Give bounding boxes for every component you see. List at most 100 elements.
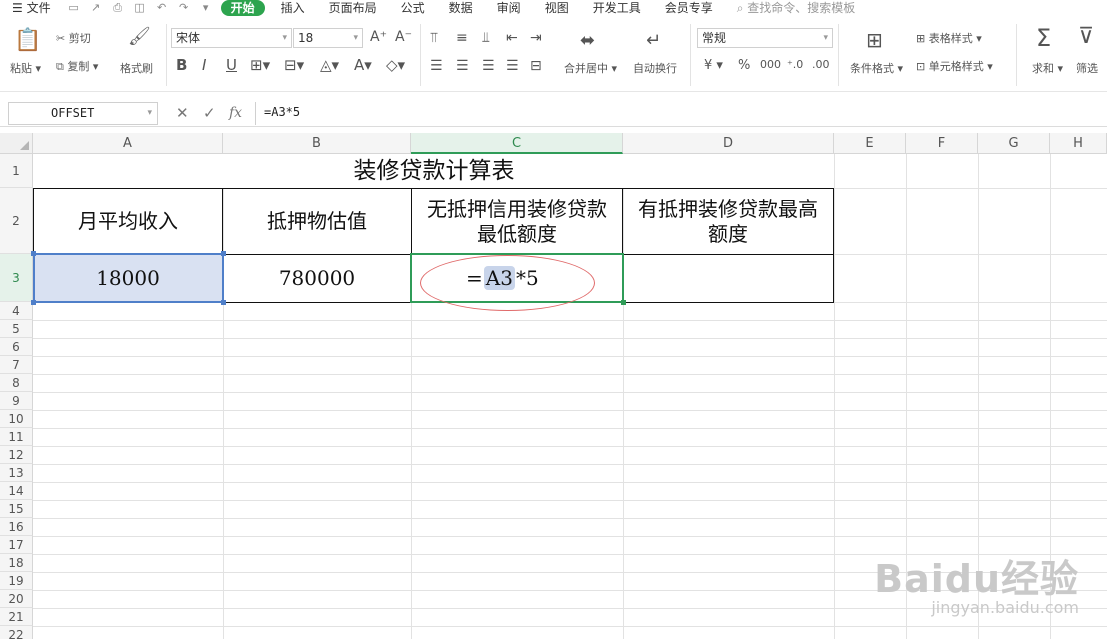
cancel-icon[interactable]: ✕ — [176, 103, 189, 123]
merge-icon[interactable]: ⬌ — [580, 30, 595, 51]
undo-icon[interactable]: ↶ — [155, 2, 169, 14]
copy-button[interactable]: ⧉ 复制 ▾ — [56, 58, 98, 74]
format-painter-button[interactable]: 格式刷 — [120, 60, 153, 76]
save-icon[interactable]: ▭ — [67, 2, 81, 14]
align-center-icon[interactable]: ☰ — [456, 58, 469, 74]
align-top-icon[interactable]: ⫪ — [430, 30, 438, 46]
bold-icon[interactable]: B — [176, 56, 187, 74]
tab-insert[interactable]: 插入 — [269, 0, 317, 16]
tab-view[interactable]: 视图 — [533, 0, 581, 16]
italic-icon[interactable]: I — [202, 56, 206, 74]
brush-icon[interactable]: 🖌 — [128, 26, 151, 47]
column-header-g[interactable]: G — [978, 133, 1050, 154]
row-header-17[interactable]: 17 — [0, 536, 33, 554]
tab-home[interactable]: 开始 — [220, 0, 265, 16]
auto-wrap-button[interactable]: 自动换行 — [633, 60, 677, 76]
tab-review[interactable]: 审阅 — [485, 0, 533, 16]
redo-icon[interactable]: ↷ — [177, 2, 191, 14]
row-header-3[interactable]: 3 — [0, 254, 33, 302]
tab-developer[interactable]: 开发工具 — [581, 0, 653, 16]
tab-page-layout[interactable]: 页面布局 — [317, 0, 389, 16]
name-box[interactable]: OFFSET ▾ — [8, 102, 158, 125]
font-name-select[interactable]: 宋体 ▾ — [171, 28, 292, 48]
confirm-icon[interactable]: ✓ — [203, 103, 216, 123]
column-header-f[interactable]: F — [906, 133, 978, 154]
print-icon[interactable]: ⎙ — [111, 2, 125, 14]
quick-access-dropdown-icon[interactable]: ▾ — [199, 2, 213, 14]
ref-handle[interactable] — [31, 300, 36, 305]
row-header-4[interactable]: 4 — [0, 302, 33, 320]
row-header-10[interactable]: 10 — [0, 410, 33, 428]
filter-button[interactable]: 筛选 — [1076, 60, 1098, 76]
currency-icon[interactable]: ¥ ▾ — [704, 58, 723, 73]
formula-input[interactable]: =A3*5 — [255, 102, 1107, 125]
justify-icon[interactable]: ☰ — [506, 58, 519, 74]
paste-icon[interactable]: 📋 — [14, 28, 41, 53]
percent-icon[interactable]: % — [738, 58, 750, 73]
align-middle-icon[interactable]: ≡ — [456, 30, 468, 46]
increase-font-icon[interactable]: A⁺ — [370, 29, 387, 45]
export-icon[interactable]: ↗ — [89, 2, 103, 14]
cell-b3[interactable]: 780000 — [223, 255, 411, 302]
filter-icon[interactable]: ⊽ — [1078, 24, 1094, 49]
header-unsecured-loan-min[interactable]: 无抵押信用装修贷款最低额度 — [412, 189, 622, 254]
row-header-9[interactable]: 9 — [0, 392, 33, 410]
ref-handle[interactable] — [221, 251, 226, 256]
font-color-icon[interactable]: A▾ — [354, 56, 372, 74]
select-all-corner[interactable] — [0, 133, 33, 154]
row-header-20[interactable]: 20 — [0, 590, 33, 608]
header-monthly-income[interactable]: 月平均收入 — [34, 189, 222, 254]
row-header-5[interactable]: 5 — [0, 320, 33, 338]
align-right-icon[interactable]: ☰ — [482, 58, 495, 74]
fill-color-icon[interactable]: ◬▾ — [320, 56, 339, 74]
increase-decimal-icon[interactable]: ⁺.0 — [787, 58, 803, 71]
underline-icon[interactable]: U — [226, 56, 237, 74]
indent-decrease-icon[interactable]: ⇤ — [506, 30, 518, 46]
file-menu[interactable]: ☰ 文件 — [0, 0, 63, 16]
merge-center-button[interactable]: 合并居中 ▾ — [564, 60, 617, 76]
row-header-19[interactable]: 19 — [0, 572, 33, 590]
thousands-icon[interactable]: 000 — [760, 58, 781, 71]
tab-data[interactable]: 数据 — [437, 0, 485, 16]
column-header-h[interactable]: H — [1050, 133, 1107, 154]
cut-button[interactable]: ✂ 剪切 — [56, 30, 91, 46]
column-header-d[interactable]: D — [623, 133, 834, 154]
fx-icon[interactable]: fx — [229, 103, 242, 123]
cell-d3[interactable] — [623, 255, 833, 302]
header-collateral-value[interactable]: 抵押物估值 — [223, 189, 411, 254]
fill-style-icon[interactable]: ⊟▾ — [284, 56, 304, 74]
align-bottom-icon[interactable]: ⫫ — [482, 30, 490, 46]
eraser-icon[interactable]: ◇▾ — [386, 56, 405, 74]
row-header-14[interactable]: 14 — [0, 482, 33, 500]
number-format-select[interactable]: 常规 ▾ — [697, 28, 833, 48]
tab-formulas[interactable]: 公式 — [389, 0, 437, 16]
row-header-1[interactable]: 1 — [0, 154, 33, 188]
row-header-7[interactable]: 7 — [0, 356, 33, 374]
row-header-8[interactable]: 8 — [0, 374, 33, 392]
column-header-e[interactable]: E — [834, 133, 906, 154]
ref-handle[interactable] — [31, 251, 36, 256]
row-header-6[interactable]: 6 — [0, 338, 33, 356]
sum-icon[interactable]: Σ — [1036, 24, 1051, 52]
paste-button[interactable]: 粘贴 ▾ — [10, 60, 41, 76]
sheet-title-cell[interactable]: 装修贷款计算表 — [34, 154, 834, 188]
fill-handle[interactable] — [621, 300, 626, 305]
preview-icon[interactable]: ◫ — [133, 2, 147, 14]
decrease-decimal-icon[interactable]: .00 — [812, 58, 830, 71]
conditional-format-icon[interactable]: ⊞ — [866, 28, 883, 52]
column-header-a[interactable]: A — [33, 133, 223, 154]
ref-handle[interactable] — [221, 300, 226, 305]
row-header-22[interactable]: 22 — [0, 626, 33, 639]
header-secured-loan-max[interactable]: 有抵押装修贷款最高额度 — [623, 189, 833, 254]
row-header-13[interactable]: 13 — [0, 464, 33, 482]
wrap-icon[interactable]: ↵ — [646, 30, 661, 51]
command-search[interactable]: ⌕ 查找命令、搜索模板 — [725, 0, 868, 16]
column-header-c[interactable]: C — [411, 133, 623, 154]
row-header-21[interactable]: 21 — [0, 608, 33, 626]
border-icon[interactable]: ⊞▾ — [250, 56, 270, 74]
align-left-icon[interactable]: ☰ — [430, 58, 443, 74]
table-style-button[interactable]: ⊞ 表格样式 ▾ — [916, 30, 982, 46]
row-header-16[interactable]: 16 — [0, 518, 33, 536]
cell-style-button[interactable]: ⊡ 单元格样式 ▾ — [916, 58, 993, 74]
column-header-b[interactable]: B — [223, 133, 411, 154]
